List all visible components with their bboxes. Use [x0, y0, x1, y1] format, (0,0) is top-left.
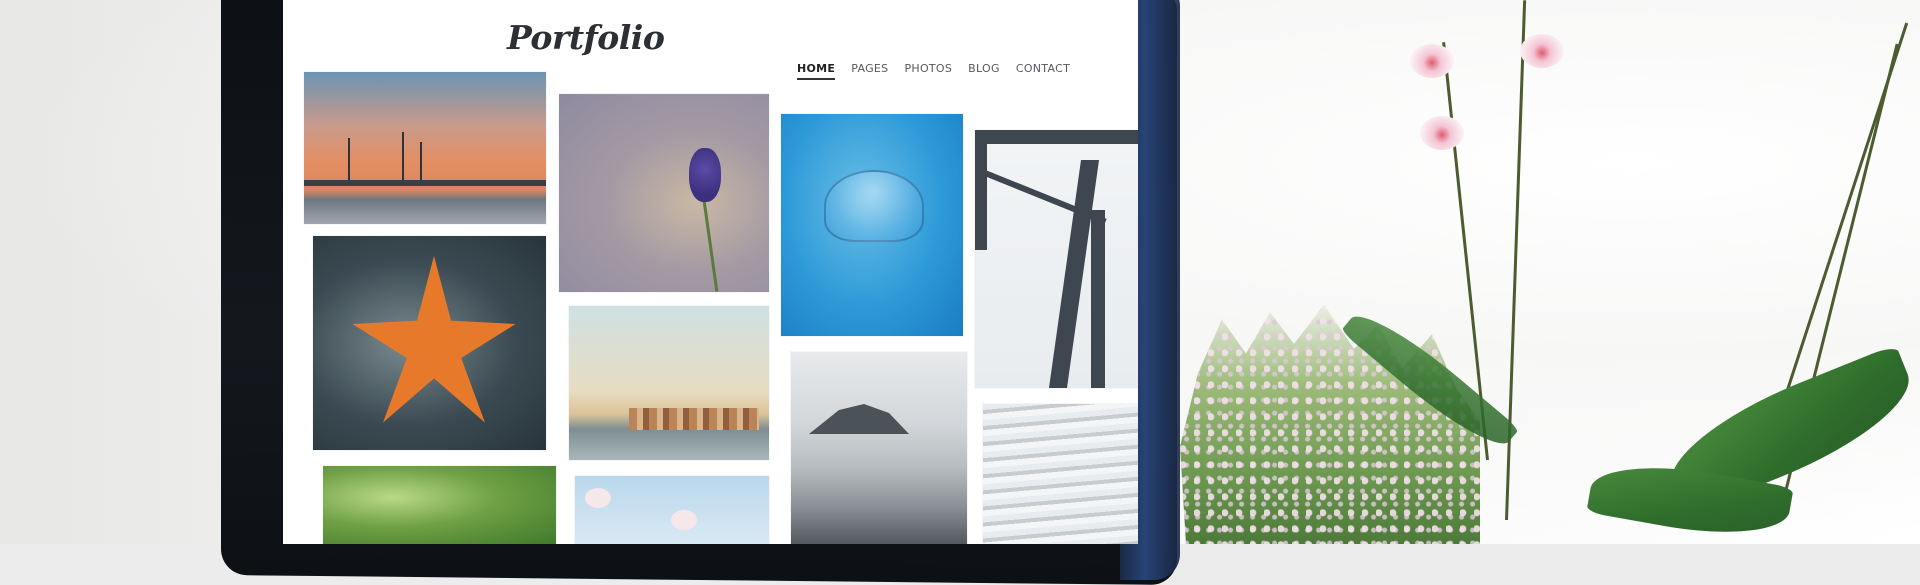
photo-tile-misty-mountain[interactable] — [791, 352, 967, 544]
tower-beam — [1091, 210, 1105, 388]
blossom-petal — [671, 510, 697, 530]
photo-tile-steel-tower[interactable] — [975, 130, 1138, 388]
nav-item-contact[interactable]: CONTACT — [1016, 62, 1070, 80]
nav-item-photos[interactable]: PHOTOS — [904, 62, 952, 80]
sailboat-mast — [402, 132, 404, 186]
monitor-screen: Portfolio HOME PAGES PHOTOS BLOG CONTACT — [283, 0, 1138, 544]
nav-item-home[interactable]: HOME — [797, 62, 836, 80]
jellyfish-bell — [824, 170, 924, 242]
mountain-peak — [809, 404, 909, 434]
blossom-petal — [585, 488, 611, 508]
site-logo[interactable]: Portfolio — [507, 18, 665, 57]
town-buildings — [629, 408, 759, 430]
orchid-flower — [1420, 116, 1464, 150]
photo-tile-starfish[interactable] — [313, 236, 546, 450]
nav-item-pages[interactable]: PAGES — [851, 62, 888, 80]
photo-tile-green-foliage[interactable] — [323, 466, 556, 544]
orchid-flower — [1410, 44, 1454, 78]
tower-beam — [975, 130, 987, 250]
harbor-shoreline — [304, 180, 546, 186]
sailboat-mast — [348, 138, 350, 186]
photo-tile-blossom[interactable] — [575, 476, 769, 544]
tower-beam — [975, 130, 1138, 144]
photo-tile-jellyfish[interactable] — [781, 114, 963, 336]
nav-item-blog[interactable]: BLOG — [968, 62, 1000, 80]
starfish-shape — [352, 256, 516, 423]
orchid-flower — [1520, 34, 1564, 68]
flower-bloom — [689, 148, 721, 202]
photo-tile-sea-waves[interactable] — [983, 404, 1138, 544]
site-header: Portfolio HOME PAGES PHOTOS BLOG CONTACT — [283, 0, 1138, 80]
photo-tile-grape-hyacinth[interactable] — [559, 94, 769, 292]
photo-tile-sunset-sailboats[interactable] — [304, 72, 546, 224]
main-nav: HOME PAGES PHOTOS BLOG CONTACT — [797, 62, 1070, 80]
photo-tile-coastal-town[interactable] — [569, 306, 769, 460]
